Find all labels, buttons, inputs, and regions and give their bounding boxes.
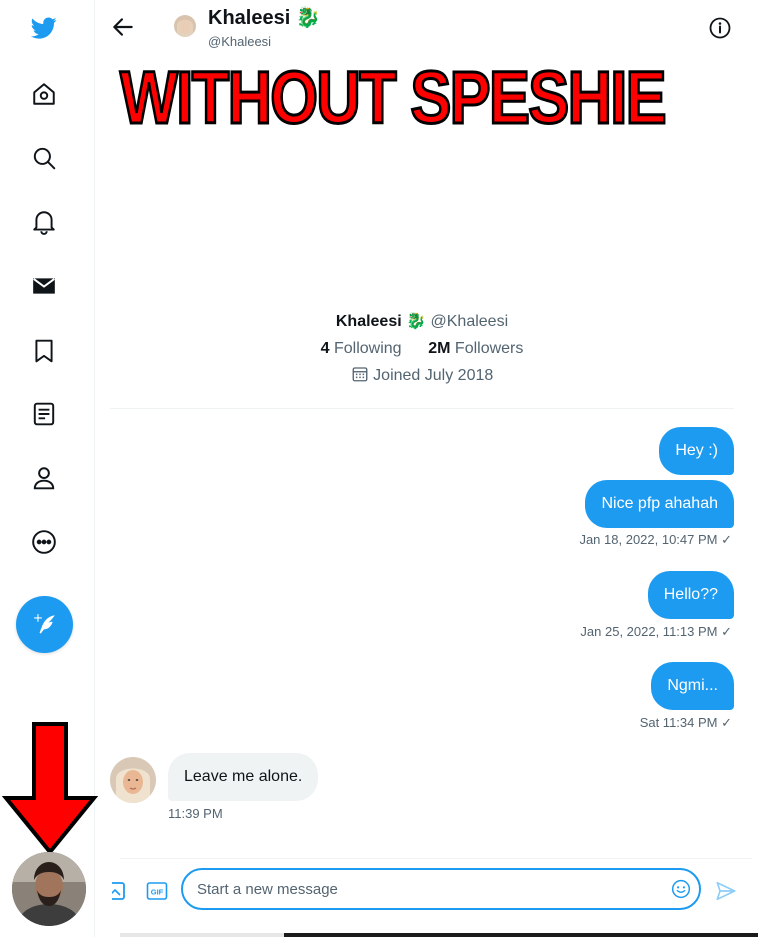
twitter-bird-icon[interactable]	[28, 12, 60, 44]
contact-avatar-small[interactable]	[174, 15, 196, 37]
back-arrow-icon[interactable]	[110, 14, 136, 40]
following-count[interactable]: 4 Following	[321, 340, 402, 357]
joined-date: Joined July 2018	[373, 367, 494, 384]
sent-message[interactable]: Ngmi...	[651, 662, 734, 710]
profile-name[interactable]: Khaleesi	[336, 313, 402, 330]
message-timestamp: 11:39 PM	[168, 806, 223, 821]
send-icon[interactable]	[715, 880, 737, 902]
svg-text:GIF: GIF	[151, 888, 164, 897]
search-icon[interactable]	[28, 142, 60, 174]
message-input[interactable]	[197, 879, 657, 899]
contact-avatar[interactable]	[110, 757, 156, 803]
message-input-container	[181, 868, 701, 910]
mail-icon[interactable]	[28, 270, 60, 302]
home-icon[interactable]	[28, 78, 60, 110]
sent-message[interactable]: Hey :)	[659, 427, 734, 475]
dragon-emoji: 🐉	[406, 313, 427, 330]
gif-button[interactable]: GIF	[146, 880, 168, 902]
message-timestamp: Jan 18, 2022, 10:47 PM ✓	[579, 532, 732, 547]
more-icon[interactable]	[28, 526, 60, 558]
profile-handle: @Khaleesi	[430, 313, 509, 330]
media-icon[interactable]	[112, 880, 128, 902]
info-icon[interactable]	[708, 16, 732, 40]
sent-message[interactable]: Nice pfp ahahah	[585, 480, 734, 528]
account-avatar-photo	[12, 852, 86, 926]
overlay-caption: WITHOUT SPESHIE	[119, 56, 668, 139]
message-timestamp: Sat 11:34 PM ✓	[639, 715, 732, 730]
profile-icon[interactable]	[28, 462, 60, 494]
red-arrow-annotation	[1, 722, 99, 855]
lists-icon[interactable]	[28, 398, 60, 430]
composer-divider	[120, 858, 752, 859]
bell-icon[interactable]	[28, 206, 60, 238]
message-timestamp: Jan 25, 2022, 11:13 PM ✓	[580, 624, 732, 639]
followers-count[interactable]: 2M Followers	[428, 340, 523, 357]
calendar-icon	[352, 367, 368, 382]
conversation-profile-summary: Khaleesi 🐉 @Khaleesi 4 Following 2M Foll…	[110, 310, 734, 391]
conversation-header: Khaleesi 🐉 @Khaleesi	[94, 0, 752, 60]
sent-message[interactable]: Hello??	[647, 571, 734, 619]
compose-tweet-button[interactable]	[16, 596, 73, 653]
contact-handle: @Khaleesi	[208, 34, 272, 49]
contact-name[interactable]: Khaleesi 🐉	[208, 5, 321, 30]
scroll-thumb[interactable]	[284, 933, 758, 937]
received-message[interactable]: Leave me alone.	[168, 753, 319, 801]
feather-plus-icon	[33, 613, 55, 634]
divider	[110, 408, 734, 409]
bookmark-icon[interactable]	[28, 335, 60, 367]
dragon-emoji: 🐉	[295, 7, 321, 29]
account-avatar[interactable]	[12, 852, 86, 926]
sidebar	[0, 0, 99, 937]
emoji-icon[interactable]	[671, 879, 691, 899]
